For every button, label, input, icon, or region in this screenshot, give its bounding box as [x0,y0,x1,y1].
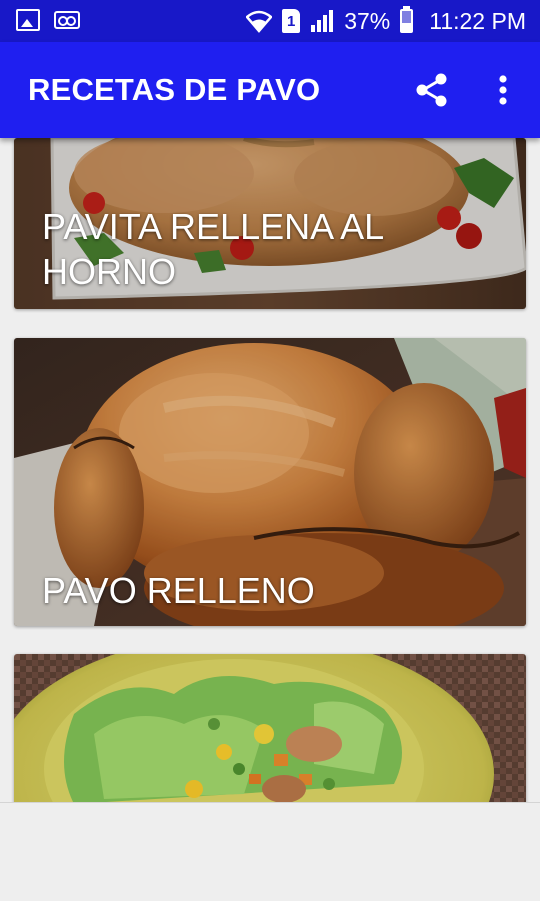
recipe-card[interactable]: PAVITA RELLENA AL HORNO [14,138,526,309]
bottom-area [0,802,540,901]
recipe-card[interactable]: PAVO RELLENO [14,338,526,626]
recipe-list[interactable]: PAVITA RELLENA AL HORNO PAVO RELLENO [0,138,540,802]
recipe-title: PAVITA RELLENA AL HORNO [42,206,383,292]
wifi-icon [246,10,273,33]
sim-icon: 1 [282,9,301,33]
image-icon [16,9,40,31]
battery-percent: 37% [344,7,391,34]
recipe-photo [14,654,526,802]
clock: 11:22 PM [429,7,526,34]
voicemail-icon [54,11,80,29]
recipe-title: PAVO RELLENO [42,570,315,611]
battery-icon [400,6,414,33]
share-icon[interactable] [414,72,450,108]
app-title: RECETAS DE PAVO [28,72,321,107]
app-bar: RECETAS DE PAVO [0,42,540,138]
more-vert-icon[interactable] [488,72,518,108]
status-bar: 1 37% 11:22 PM [0,0,540,42]
signal-icon [311,10,334,32]
recipe-card[interactable] [14,654,526,802]
